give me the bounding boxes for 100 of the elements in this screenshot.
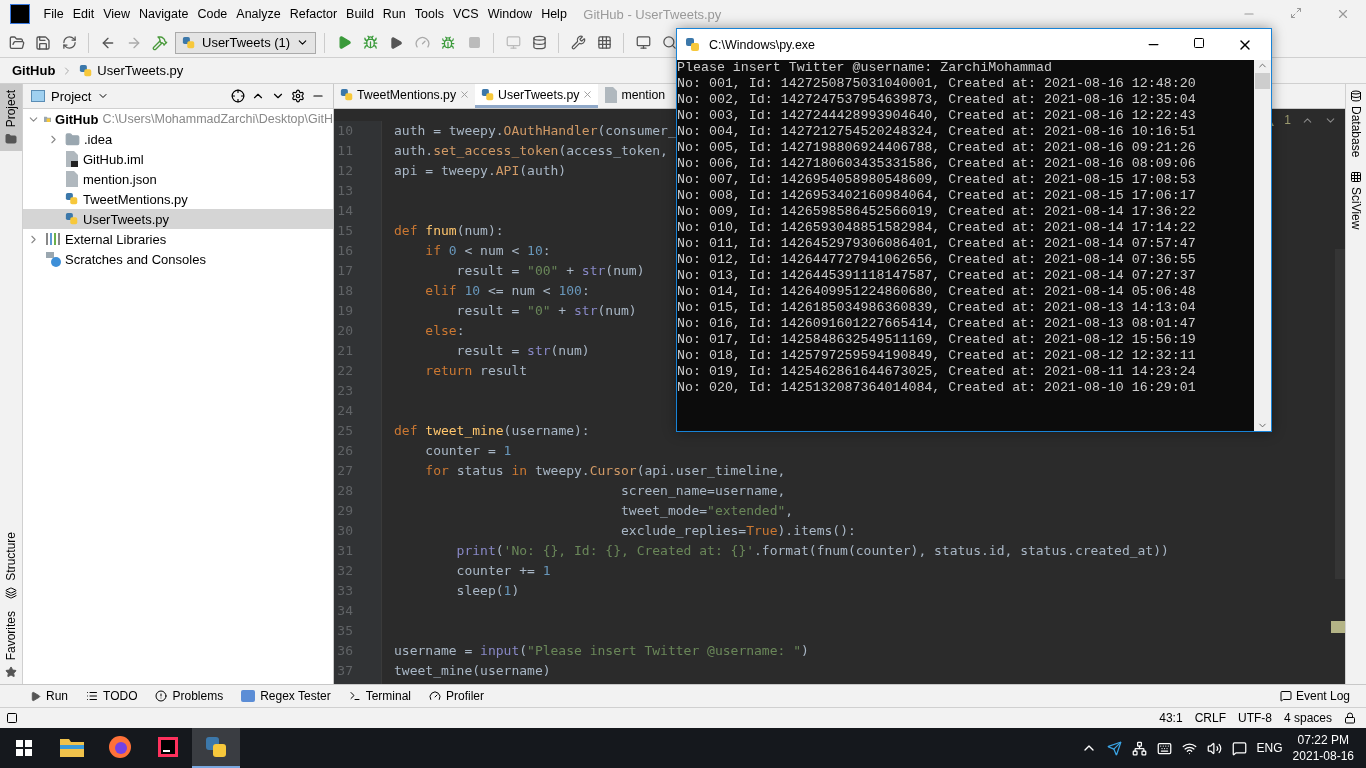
console-line: No: 019, Id: 1425462861644673025, Created at: 2021-08-11 14:23:24 [677,364,1197,380]
tool-window-tab[interactable]: TODO [86,689,138,703]
console-title: C:\Windows\py.exe [709,37,816,52]
tool-window-tab[interactable]: Project [0,84,22,152]
code-text: : [542,242,551,260]
monitor-icon[interactable] [635,35,651,50]
bug-icon[interactable] [441,35,456,50]
tool-window-tab[interactable]: Regex Tester [241,689,331,703]
tool-window-tab[interactable]: Terminal [348,689,411,703]
run-configuration-dropdown[interactable]: UserTweets (1) [175,31,317,54]
maximize-icon[interactable] [1193,36,1205,49]
network-icon[interactable] [1131,740,1147,756]
tool-window-tab[interactable]: Favorites [0,604,22,684]
code-text: .format(fnum(counter), status.id, status.created_at)) [754,542,1169,560]
menu-item[interactable]: Edit [68,7,99,21]
breadcrumb-item[interactable]: UserTweets.py [79,63,184,78]
menu-item[interactable]: Run [378,7,411,21]
menu-item[interactable]: Navigate [134,7,193,21]
language-indicator[interactable]: ENG [1256,741,1283,755]
code-text: username = [394,642,474,660]
status-item[interactable]: 4 spaces [1283,711,1332,725]
menu-item[interactable]: Analyze [231,7,286,21]
libraries-icon [45,232,61,246]
event-log-tab[interactable]: Event Log [1279,689,1350,703]
lock-icon[interactable] [1344,712,1356,724]
menu-item[interactable]: Refactor [285,7,342,21]
browser-icon[interactable] [108,735,132,759]
breadcrumb-item[interactable]: GitHub [12,63,56,78]
tree-item[interactable]: UserTweets.py [23,209,333,229]
grid-icon[interactable] [596,35,612,50]
tree-item[interactable]: GitHub.iml [23,149,333,169]
status-item[interactable]: CRLF [1194,711,1226,725]
restore-icon[interactable] [1290,7,1302,19]
play-icon[interactable] [336,35,352,50]
play-icon[interactable] [389,35,404,50]
list-icon [86,690,98,702]
code-text: 0 [448,242,457,260]
menu-item[interactable]: Code [192,7,232,21]
refresh-icon[interactable] [61,35,77,50]
tool-window-tab[interactable]: Database [1349,90,1363,158]
editor-tab[interactable]: UserTweets.py [475,84,599,108]
wrench-icon[interactable] [570,35,586,50]
panel-title[interactable]: Project [51,88,92,104]
code-text: counter = [424,442,497,460]
notification-icon[interactable] [1231,740,1247,756]
editor-tab[interactable]: TweetMentions.py [334,84,476,108]
project-path: C:\Users\MohammadZarchi\Desktop\GitH [102,112,333,126]
status-item[interactable]: 43:1 [1159,711,1183,725]
bug-icon[interactable] [362,35,378,50]
keyboard-icon[interactable] [1156,740,1172,756]
messenger-icon[interactable] [1106,740,1122,756]
code-text: <= num < [486,282,552,300]
status-item[interactable]: UTF-8 [1237,711,1272,725]
python-icon[interactable] [203,734,229,760]
code-text: 10 [464,282,481,300]
menu-item[interactable]: Tools [410,7,449,21]
code-text: tweet_mine(username) [394,662,551,680]
locate-icon[interactable] [231,89,245,103]
taskbar-app[interactable] [192,728,240,768]
menu-item[interactable]: Help [536,7,572,21]
scratches-icon [45,251,61,267]
search-icon[interactable] [661,35,677,50]
tool-window-tab[interactable]: SciView [1349,171,1363,230]
tree-item[interactable]: GitHub C:\Users\MohammadZarchi\Desktop\GitH [23,109,333,129]
folder-icon [5,133,17,146]
code-text: def [394,222,419,240]
clock[interactable]: 07:22 PM 2021-08-16 [1292,732,1354,764]
folder-icon[interactable] [60,737,84,757]
tree-item[interactable]: TweetMentions.py [23,189,333,209]
tool-window-tab[interactable]: Profiler [429,689,484,703]
menu-item[interactable]: Window [483,7,537,21]
tool-window-tab[interactable]: Structure [0,525,22,605]
tree-item[interactable]: mention.json [23,169,333,189]
settings-icon[interactable] [291,89,305,103]
menu-item[interactable]: VCS [448,7,484,21]
editor-tab[interactable]: mention [598,84,666,108]
tree-item[interactable]: .idea [23,129,333,149]
wifi-icon[interactable] [1181,740,1197,756]
save-icon[interactable] [35,34,51,51]
structure-icon [5,586,17,599]
json-file-icon [65,171,79,187]
database-icon[interactable] [531,35,547,50]
code-text: True [746,522,778,540]
volume-icon[interactable] [1206,740,1222,756]
tool-window-tab[interactable]: Run [30,689,68,703]
tree-item[interactable]: Scratches and Consoles [23,249,333,269]
layout-icon[interactable] [6,712,18,724]
code-text: in [511,462,529,480]
code-text: (username): [503,422,590,440]
code-text: + [557,302,568,320]
scrollbar-thumb[interactable] [1255,73,1270,89]
code-text: < num < [463,242,521,260]
menu-item[interactable]: Build [341,7,379,21]
tree-item[interactable]: External Libraries [23,229,333,249]
menu-item[interactable]: File [39,7,69,21]
ide-icon[interactable] [156,735,180,759]
folder-icon[interactable] [9,34,25,51]
tool-window-tab[interactable]: Problems [155,689,224,703]
hammer-icon[interactable] [152,34,168,51]
menu-item[interactable]: View [98,7,135,21]
